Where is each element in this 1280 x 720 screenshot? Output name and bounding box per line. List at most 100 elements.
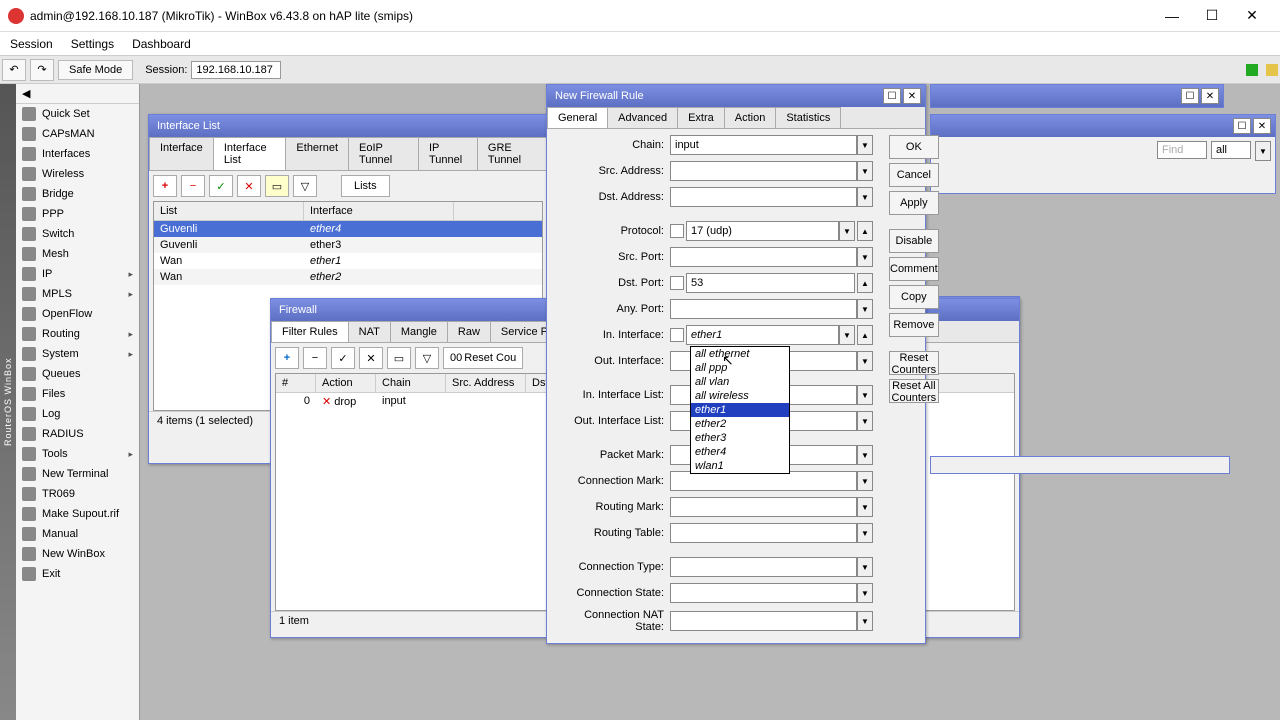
iniface-dd[interactable]: ▼ <box>839 325 855 345</box>
tab-interface[interactable]: Interface <box>149 137 214 170</box>
reset-all-counters-btn[interactable]: Reset All Counters <box>889 379 939 403</box>
sidebar-item-interfaces[interactable]: Interfaces <box>16 144 139 164</box>
tab-mangle[interactable]: Mangle <box>390 321 448 342</box>
fw-filter-button[interactable]: ▽ <box>415 347 439 369</box>
enable-button[interactable]: ✓ <box>209 175 233 197</box>
tab-advanced[interactable]: Advanced <box>607 107 678 128</box>
iniface-input[interactable] <box>686 325 839 345</box>
dstaddr-input[interactable] <box>670 187 857 207</box>
bg1-max[interactable]: ☐ <box>1181 88 1199 104</box>
dropdown-option[interactable]: ether2 <box>691 417 789 431</box>
connmark-dd[interactable]: ▼ <box>857 471 873 491</box>
maximize-button[interactable]: ☐ <box>1192 2 1232 30</box>
fw-remove-button[interactable]: − <box>303 347 327 369</box>
sidebar-item-routing[interactable]: Routing▸ <box>16 324 139 344</box>
connnat-input[interactable] <box>670 611 857 631</box>
menu-session[interactable]: Session <box>10 37 53 51</box>
sidebar-item-tools[interactable]: Tools▸ <box>16 444 139 464</box>
minimize-button[interactable]: — <box>1152 2 1192 30</box>
close-button[interactable]: ✕ <box>1232 2 1272 30</box>
fw-disable-button[interactable]: ✕ <box>359 347 383 369</box>
cancel-button[interactable]: Cancel <box>889 163 939 187</box>
conntype-input[interactable] <box>670 557 857 577</box>
comment-btn[interactable]: Comment <box>889 257 939 281</box>
rtmark-input[interactable] <box>670 497 857 517</box>
dropdown-option[interactable]: ether3 <box>691 431 789 445</box>
sidebar-item-system[interactable]: System▸ <box>16 344 139 364</box>
iflist-titlebar[interactable]: Interface List <box>149 115 547 137</box>
connstate-input[interactable] <box>670 583 857 603</box>
sidebar-item-new-winbox[interactable]: New WinBox <box>16 544 139 564</box>
menu-dashboard[interactable]: Dashboard <box>132 37 191 51</box>
reset-counters-btn[interactable]: Reset Counters <box>889 351 939 375</box>
dropdown-option[interactable]: ether1 <box>691 403 789 417</box>
sidebar-item-capsman[interactable]: CAPsMAN <box>16 124 139 144</box>
lists-button[interactable]: Lists <box>341 175 390 197</box>
sidebar-item-ppp[interactable]: PPP <box>16 204 139 224</box>
iflist-row[interactable]: Wanether1 <box>154 253 542 269</box>
sidebar-item-mesh[interactable]: Mesh <box>16 244 139 264</box>
fw-hdr-num[interactable]: # <box>276 374 316 392</box>
comment-button[interactable]: ▭ <box>265 175 289 197</box>
remove-btn[interactable]: Remove <box>889 313 939 337</box>
srcport-dd[interactable]: ▼ <box>857 247 873 267</box>
sidebar-item-ip[interactable]: IP▸ <box>16 264 139 284</box>
sidebar-item-exit[interactable]: Exit <box>16 564 139 584</box>
apply-button[interactable]: Apply <box>889 191 939 215</box>
tab-eoip[interactable]: EoIP Tunnel <box>348 137 419 170</box>
sidebar-collapse[interactable]: ◀ <box>16 84 139 104</box>
bg2-dd[interactable]: ▼ <box>1255 141 1271 161</box>
tab-gre[interactable]: GRE Tunnel <box>477 137 548 170</box>
sidebar-item-new-terminal[interactable]: New Terminal <box>16 464 139 484</box>
sidebar-item-quick-set[interactable]: Quick Set <box>16 104 139 124</box>
fw-reset-button[interactable]: 00Reset Cou <box>443 347 523 369</box>
iniface-dropdown-list[interactable]: all ethernetall pppall vlanall wirelesse… <box>690 346 790 474</box>
pktmark-dd[interactable]: ▼ <box>857 445 873 465</box>
srcaddr-dd[interactable]: ▼ <box>857 161 873 181</box>
dropdown-option[interactable]: ether4 <box>691 445 789 459</box>
fw-comment-button[interactable]: ▭ <box>387 347 411 369</box>
sidebar-item-log[interactable]: Log <box>16 404 139 424</box>
iflist-row[interactable]: Wanether2 <box>154 269 542 285</box>
tab-raw[interactable]: Raw <box>447 321 491 342</box>
sidebar-item-queues[interactable]: Queues <box>16 364 139 384</box>
fw-hdr-src[interactable]: Src. Address <box>446 374 526 392</box>
sidebar-item-openflow[interactable]: OpenFlow <box>16 304 139 324</box>
ok-button[interactable]: OK <box>889 135 939 159</box>
tab-action[interactable]: Action <box>724 107 777 128</box>
dstport-up[interactable]: ▲ <box>857 273 873 293</box>
connmark-input[interactable] <box>670 471 857 491</box>
chain-dd[interactable]: ▼ <box>857 135 873 155</box>
tab-general[interactable]: General <box>547 107 608 128</box>
anyport-input[interactable] <box>670 299 857 319</box>
dropdown-option[interactable]: all vlan <box>691 375 789 389</box>
dstaddr-dd[interactable]: ▼ <box>857 187 873 207</box>
menu-settings[interactable]: Settings <box>71 37 114 51</box>
newrule-close[interactable]: ✕ <box>903 88 921 104</box>
hdr-list[interactable]: List <box>154 202 304 220</box>
iniface-up[interactable]: ▲ <box>857 325 873 345</box>
chain-input[interactable] <box>670 135 857 155</box>
copy-btn[interactable]: Copy <box>889 285 939 309</box>
connnat-dd[interactable]: ▼ <box>857 611 873 631</box>
hdr-interface[interactable]: Interface <box>304 202 454 220</box>
rtmark-dd[interactable]: ▼ <box>857 497 873 517</box>
sidebar-item-make-supout-rif[interactable]: Make Supout.rif <box>16 504 139 524</box>
bg-scrollbar[interactable] <box>930 456 1230 474</box>
bg2-all[interactable] <box>1211 141 1251 159</box>
bg1-close[interactable]: ✕ <box>1201 88 1219 104</box>
newrule-max[interactable]: ☐ <box>883 88 901 104</box>
fw-hdr-action[interactable]: Action <box>316 374 376 392</box>
dstport-input[interactable] <box>686 273 855 293</box>
fw-enable-button[interactable]: ✓ <box>331 347 355 369</box>
tab-statistics[interactable]: Statistics <box>775 107 841 128</box>
iniface-neg-check[interactable] <box>670 328 684 342</box>
rttbl-dd[interactable]: ▼ <box>857 523 873 543</box>
bg2-find[interactable] <box>1157 141 1207 159</box>
tab-nat[interactable]: NAT <box>348 321 391 342</box>
bg2-max[interactable]: ☐ <box>1233 118 1251 134</box>
sidebar-item-files[interactable]: Files <box>16 384 139 404</box>
safe-mode-button[interactable]: Safe Mode <box>58 60 133 80</box>
tab-iptunnel[interactable]: IP Tunnel <box>418 137 478 170</box>
dropdown-option[interactable]: all ppp <box>691 361 789 375</box>
